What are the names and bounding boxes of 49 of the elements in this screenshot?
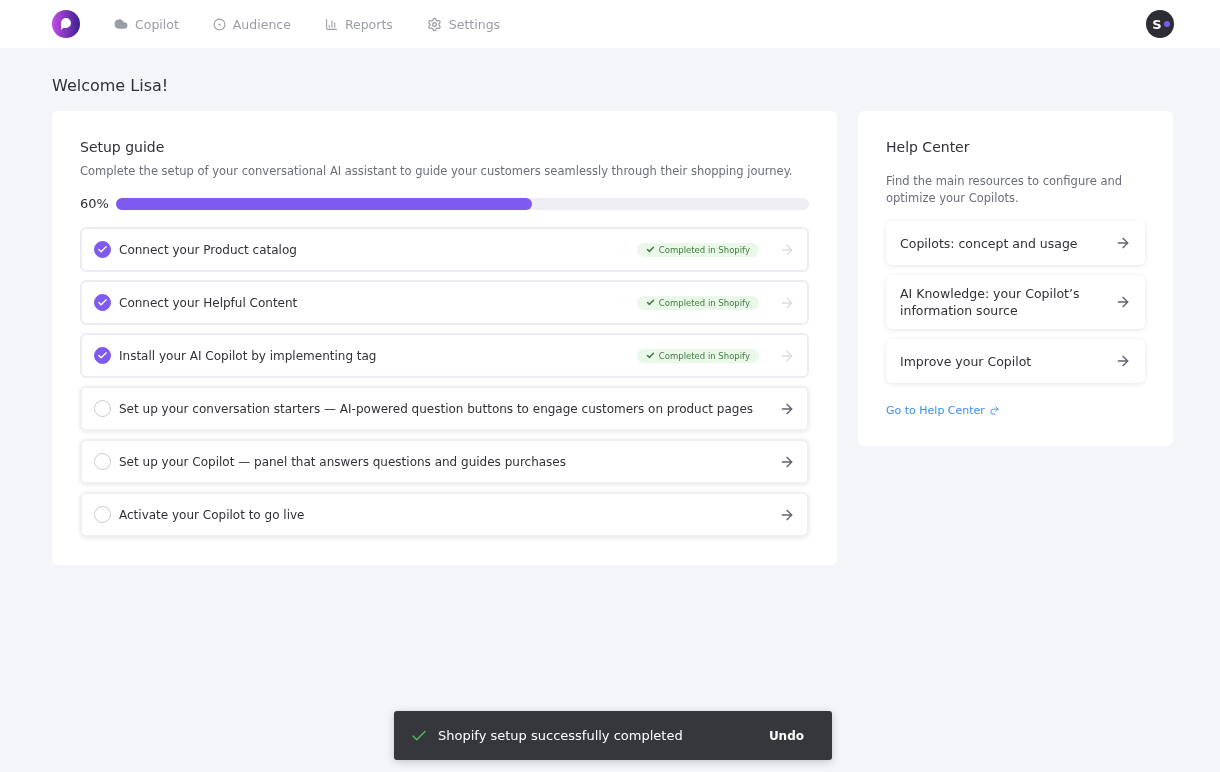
setup-step[interactable]: Set up your Copilot — panel that answers questions and guides purchases <box>80 439 809 484</box>
step-checkbox[interactable] <box>94 347 111 364</box>
step-checkbox[interactable] <box>94 294 111 311</box>
cloud-icon <box>114 17 128 31</box>
help-link[interactable]: Improve your Copilot <box>886 339 1145 383</box>
arrow-icon <box>988 405 1000 416</box>
setup-step[interactable]: Install your AI Copilot by implementing tag Completed in Shopify <box>80 333 809 378</box>
step-label: Set up your Copilot — panel that answers questions and guides purchases <box>119 454 567 469</box>
check-icon <box>645 245 655 254</box>
avatar[interactable]: S <box>1146 10 1174 38</box>
step-checkbox[interactable] <box>94 453 111 470</box>
setup-step[interactable]: Connect your Product catalog Completed in Shopify <box>80 227 809 272</box>
check-icon <box>97 244 108 255</box>
arrow-icon <box>1115 294 1131 310</box>
setup-step[interactable]: Set up your conversation starters — AI-powered question buttons to engage customers on product pages <box>80 386 809 431</box>
target-icon <box>212 17 226 31</box>
card-description: Find the main resources to configure and optimize your Copilots. <box>886 173 1124 207</box>
step-label: Connect your Product catalog <box>119 242 298 257</box>
step-label: Connect your Helpful Content <box>119 295 299 310</box>
arrow-icon <box>1115 235 1131 251</box>
undo-button[interactable]: Undo <box>764 724 808 747</box>
card-description: Complete the setup of your conversational AI assistant to guide your customers seamlessly through their shopping journey. <box>80 163 794 180</box>
step-checkbox[interactable] <box>94 506 111 523</box>
setup-step[interactable]: Activate your Copilot to go live <box>80 492 809 537</box>
status-badge: Completed in Shopify <box>636 242 759 257</box>
toast-message: Shopify setup successfully completed <box>438 728 684 743</box>
check-icon <box>645 351 655 360</box>
logo-icon[interactable] <box>52 10 80 38</box>
step-label: Activate your Copilot to go live <box>119 507 306 522</box>
help-link[interactable]: Copilots: concept and usage <box>886 221 1145 265</box>
step-checkbox[interactable] <box>94 241 111 258</box>
status-badge: Completed in Shopify <box>636 295 759 310</box>
progress-label: 60% <box>80 196 108 211</box>
card-title: Setup guide <box>80 139 166 155</box>
step-checkbox[interactable] <box>94 400 111 417</box>
settings-icon <box>426 16 442 32</box>
check-icon <box>645 298 655 307</box>
setup-step[interactable]: Connect your Helpful Content Completed in Shopify <box>80 280 809 325</box>
step-label: Install your AI Copilot by implementing tag <box>119 348 378 363</box>
step-label: Set up your conversation starters — AI-powered question buttons to engage customers on product pages <box>119 401 755 416</box>
check-icon <box>97 297 108 308</box>
arrow-icon <box>1115 353 1131 369</box>
bar-chart-icon <box>324 17 338 31</box>
help-link[interactable]: AI Knowledge: your Copilot’s information source <box>886 275 1145 329</box>
help-center-link[interactable]: Go to Help Center <box>886 404 1000 417</box>
check-icon <box>97 350 108 361</box>
welcome-heading: Welcome Lisa! <box>52 76 170 95</box>
status-badge: Completed in Shopify <box>636 348 759 363</box>
card-title: Help Center <box>886 139 971 155</box>
